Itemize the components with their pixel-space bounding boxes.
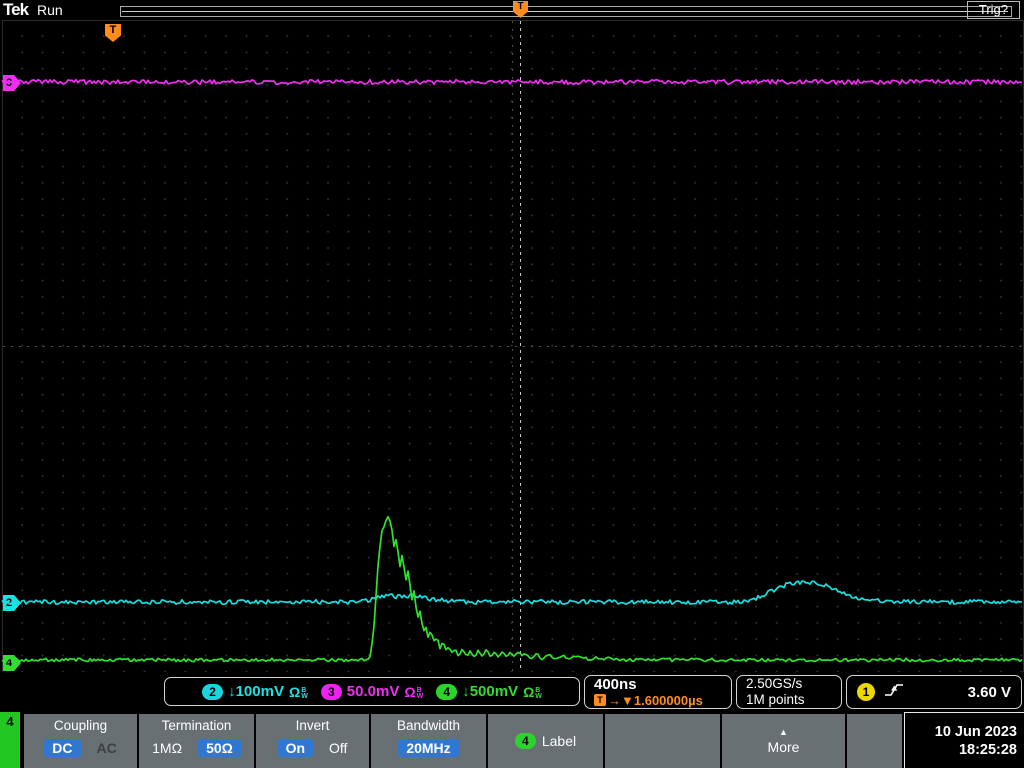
readout-bar: 2 ↓100mV ΩBW 3 50.0mV ΩBW 4 ↓500mV ΩBW 4… bbox=[0, 672, 1024, 712]
expansion-point-line bbox=[520, 21, 521, 673]
empty-menu-slot bbox=[605, 714, 720, 768]
trigger-source-badge: 1 bbox=[857, 683, 875, 701]
trigger-delay-value: →▼1.600000µs bbox=[608, 692, 703, 708]
center-horizontal-gridline bbox=[3, 346, 1023, 347]
label-button[interactable]: 4 Label bbox=[488, 714, 603, 768]
trigger-readout: 1 3.60 V bbox=[846, 675, 1022, 709]
bottom-menu-bar: 4 Coupling DC AC Termination 1MΩ 50Ω Inv… bbox=[0, 712, 1024, 768]
run-status: Run bbox=[37, 2, 63, 18]
acquisition-record-line bbox=[122, 11, 1008, 12]
channel-scale-readouts: 2 ↓100mV ΩBW 3 50.0mV ΩBW 4 ↓500mV ΩBW bbox=[164, 677, 580, 706]
rising-edge-icon bbox=[884, 682, 904, 703]
sample-rate: 2.50GS/s bbox=[746, 676, 803, 691]
center-vertical-gridline bbox=[512, 21, 513, 673]
time-value: 18:25:28 bbox=[958, 741, 1017, 758]
ch2-scale: ↓100mV bbox=[228, 683, 284, 700]
ch4-termination-icon: ΩBW bbox=[523, 683, 542, 700]
ch4-badge: 4 bbox=[436, 683, 458, 700]
label-text: Label bbox=[541, 733, 577, 749]
label-channel-badge: 4 bbox=[514, 733, 536, 749]
invert-button[interactable]: Invert On Off bbox=[256, 714, 369, 768]
trigger-delay-row: T →▼1.600000µs bbox=[594, 693, 731, 708]
date-value: 10 Jun 2023 bbox=[934, 723, 1017, 740]
coupling-title: Coupling bbox=[53, 718, 108, 733]
trig-status-badge: Trig? bbox=[966, 1, 1020, 19]
ch3-ground-marker[interactable]: 3 bbox=[3, 75, 21, 91]
coupling-dc-option[interactable]: DC bbox=[44, 739, 81, 757]
ch2-termination-icon: ΩBW bbox=[288, 683, 308, 700]
top-status-bar: Tek Run T Trig? bbox=[0, 0, 1024, 20]
trigger-time-flag-icon[interactable]: T bbox=[105, 24, 121, 42]
more-button[interactable]: ▲ More bbox=[722, 714, 845, 768]
ch4-scale: ↓500mV bbox=[462, 683, 519, 700]
ch3-badge: 3 bbox=[320, 683, 342, 700]
active-channel-tab[interactable]: 4 bbox=[0, 712, 20, 768]
acquisition-position-bar bbox=[120, 6, 1012, 17]
bandwidth-button[interactable]: Bandwidth 20MHz bbox=[371, 714, 486, 768]
ch4-readout: 4 ↓500mV ΩBW bbox=[436, 683, 542, 700]
coupling-button[interactable]: Coupling DC AC bbox=[24, 714, 137, 768]
ch3-readout: 3 50.0mV ΩBW bbox=[320, 683, 424, 700]
datetime-display: 10 Jun 2023 18:25:28 bbox=[904, 712, 1024, 768]
ch3-termination-icon: ΩBW bbox=[404, 683, 424, 700]
timebase-value: 400ns bbox=[594, 675, 637, 693]
ch2-badge: 2 bbox=[202, 683, 224, 700]
bandwidth-title: Bandwidth bbox=[396, 718, 461, 733]
bandwidth-value-option[interactable]: 20MHz bbox=[398, 739, 459, 757]
ch4-ground-marker[interactable]: 4 bbox=[3, 655, 21, 671]
termination-button[interactable]: Termination 1MΩ 50Ω bbox=[139, 714, 254, 768]
empty-menu-slot-2 bbox=[847, 714, 902, 768]
acquisition-readout: 2.50GS/s 1M points bbox=[736, 675, 842, 709]
invert-on-option[interactable]: On bbox=[277, 739, 314, 757]
termination-1m-option[interactable]: 1MΩ bbox=[152, 740, 182, 756]
termination-title: Termination bbox=[161, 718, 232, 733]
trigger-level-value: 3.60 V bbox=[967, 683, 1011, 701]
trigger-t-icon: T bbox=[594, 694, 606, 706]
graticule: T 3 2 4 bbox=[2, 20, 1024, 674]
up-arrow-icon: ▲ bbox=[779, 727, 788, 737]
record-length: 1M points bbox=[746, 692, 805, 707]
tek-logo: Tek bbox=[3, 0, 29, 19]
ch2-readout: 2 ↓100mV ΩBW bbox=[202, 683, 308, 700]
more-text: More bbox=[767, 739, 800, 755]
termination-50-option[interactable]: 50Ω bbox=[198, 739, 241, 757]
invert-off-option[interactable]: Off bbox=[329, 740, 347, 756]
horizontal-readout: 400ns T →▼1.600000µs bbox=[584, 675, 732, 709]
invert-title: Invert bbox=[295, 718, 330, 733]
coupling-ac-option[interactable]: AC bbox=[97, 740, 117, 756]
ch3-scale: 50.0mV bbox=[346, 683, 400, 700]
ch2-ground-marker[interactable]: 2 bbox=[3, 595, 21, 611]
